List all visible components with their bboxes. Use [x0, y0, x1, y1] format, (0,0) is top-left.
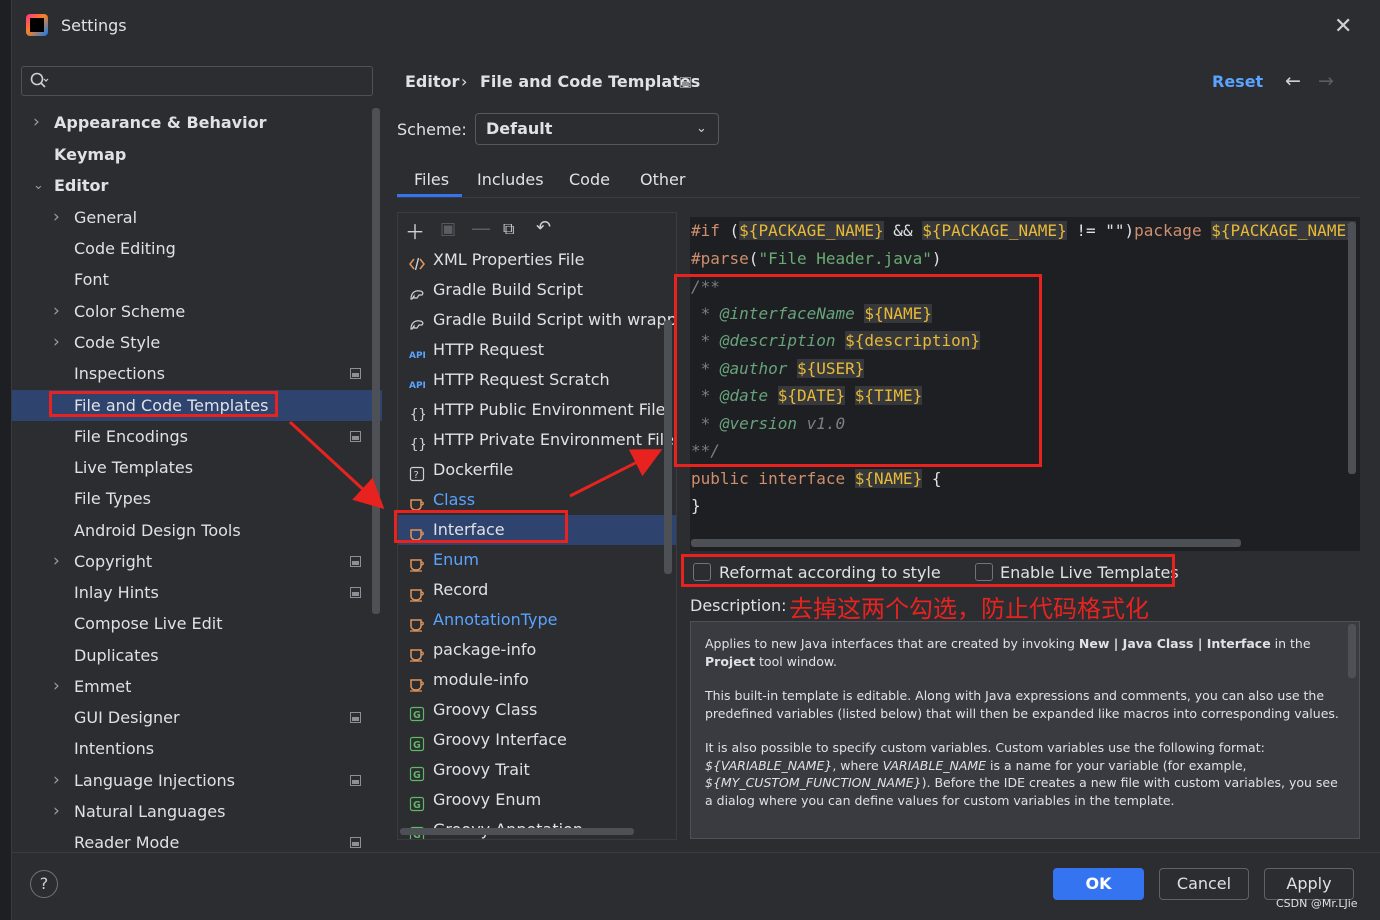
desc-text: It is also possible to specify custom va… [705, 740, 1265, 755]
ok-button[interactable]: OK [1053, 868, 1144, 900]
cancel-button[interactable]: Cancel [1159, 868, 1249, 900]
description-scrollbar[interactable] [1348, 624, 1356, 678]
arrow-list-to-editor [569, 449, 663, 498]
desc-bold: New | Java Class | Interface [1078, 636, 1271, 651]
description-panel: Applies to new Java interfaces that are … [690, 621, 1360, 839]
footer-divider [12, 852, 1380, 853]
desc-italic: VARIABLE_NAME [882, 757, 987, 773]
arrow-sidebar-to-list [288, 420, 385, 510]
desc-text: is a name for your variable (for example… [986, 757, 1247, 773]
desc-italic: ${MY_CUSTOM_FUNCTION_NAME} [705, 775, 922, 790]
desc-bold: Project [705, 653, 756, 669]
desc-text: , where [832, 757, 883, 773]
apply-button[interactable]: Apply [1264, 868, 1354, 900]
description-label: Description: [690, 596, 787, 615]
desc-text: Applies to new Java interfaces that are … [705, 636, 1079, 651]
annotation-note: 去掉这两个勾选，防止代码格式化 [789, 595, 1149, 623]
desc-paragraph-2: This built-in template is editable. Alon… [705, 688, 1339, 721]
desc-text: tool window. [755, 653, 837, 669]
annotation-box-options [681, 554, 1175, 587]
help-icon[interactable]: ? [30, 870, 58, 898]
desc-italic: ${VARIABLE_NAME} [705, 757, 833, 773]
desc-text: in the [1270, 636, 1311, 651]
watermark: CSDN @Mr.LJie [1276, 897, 1358, 910]
